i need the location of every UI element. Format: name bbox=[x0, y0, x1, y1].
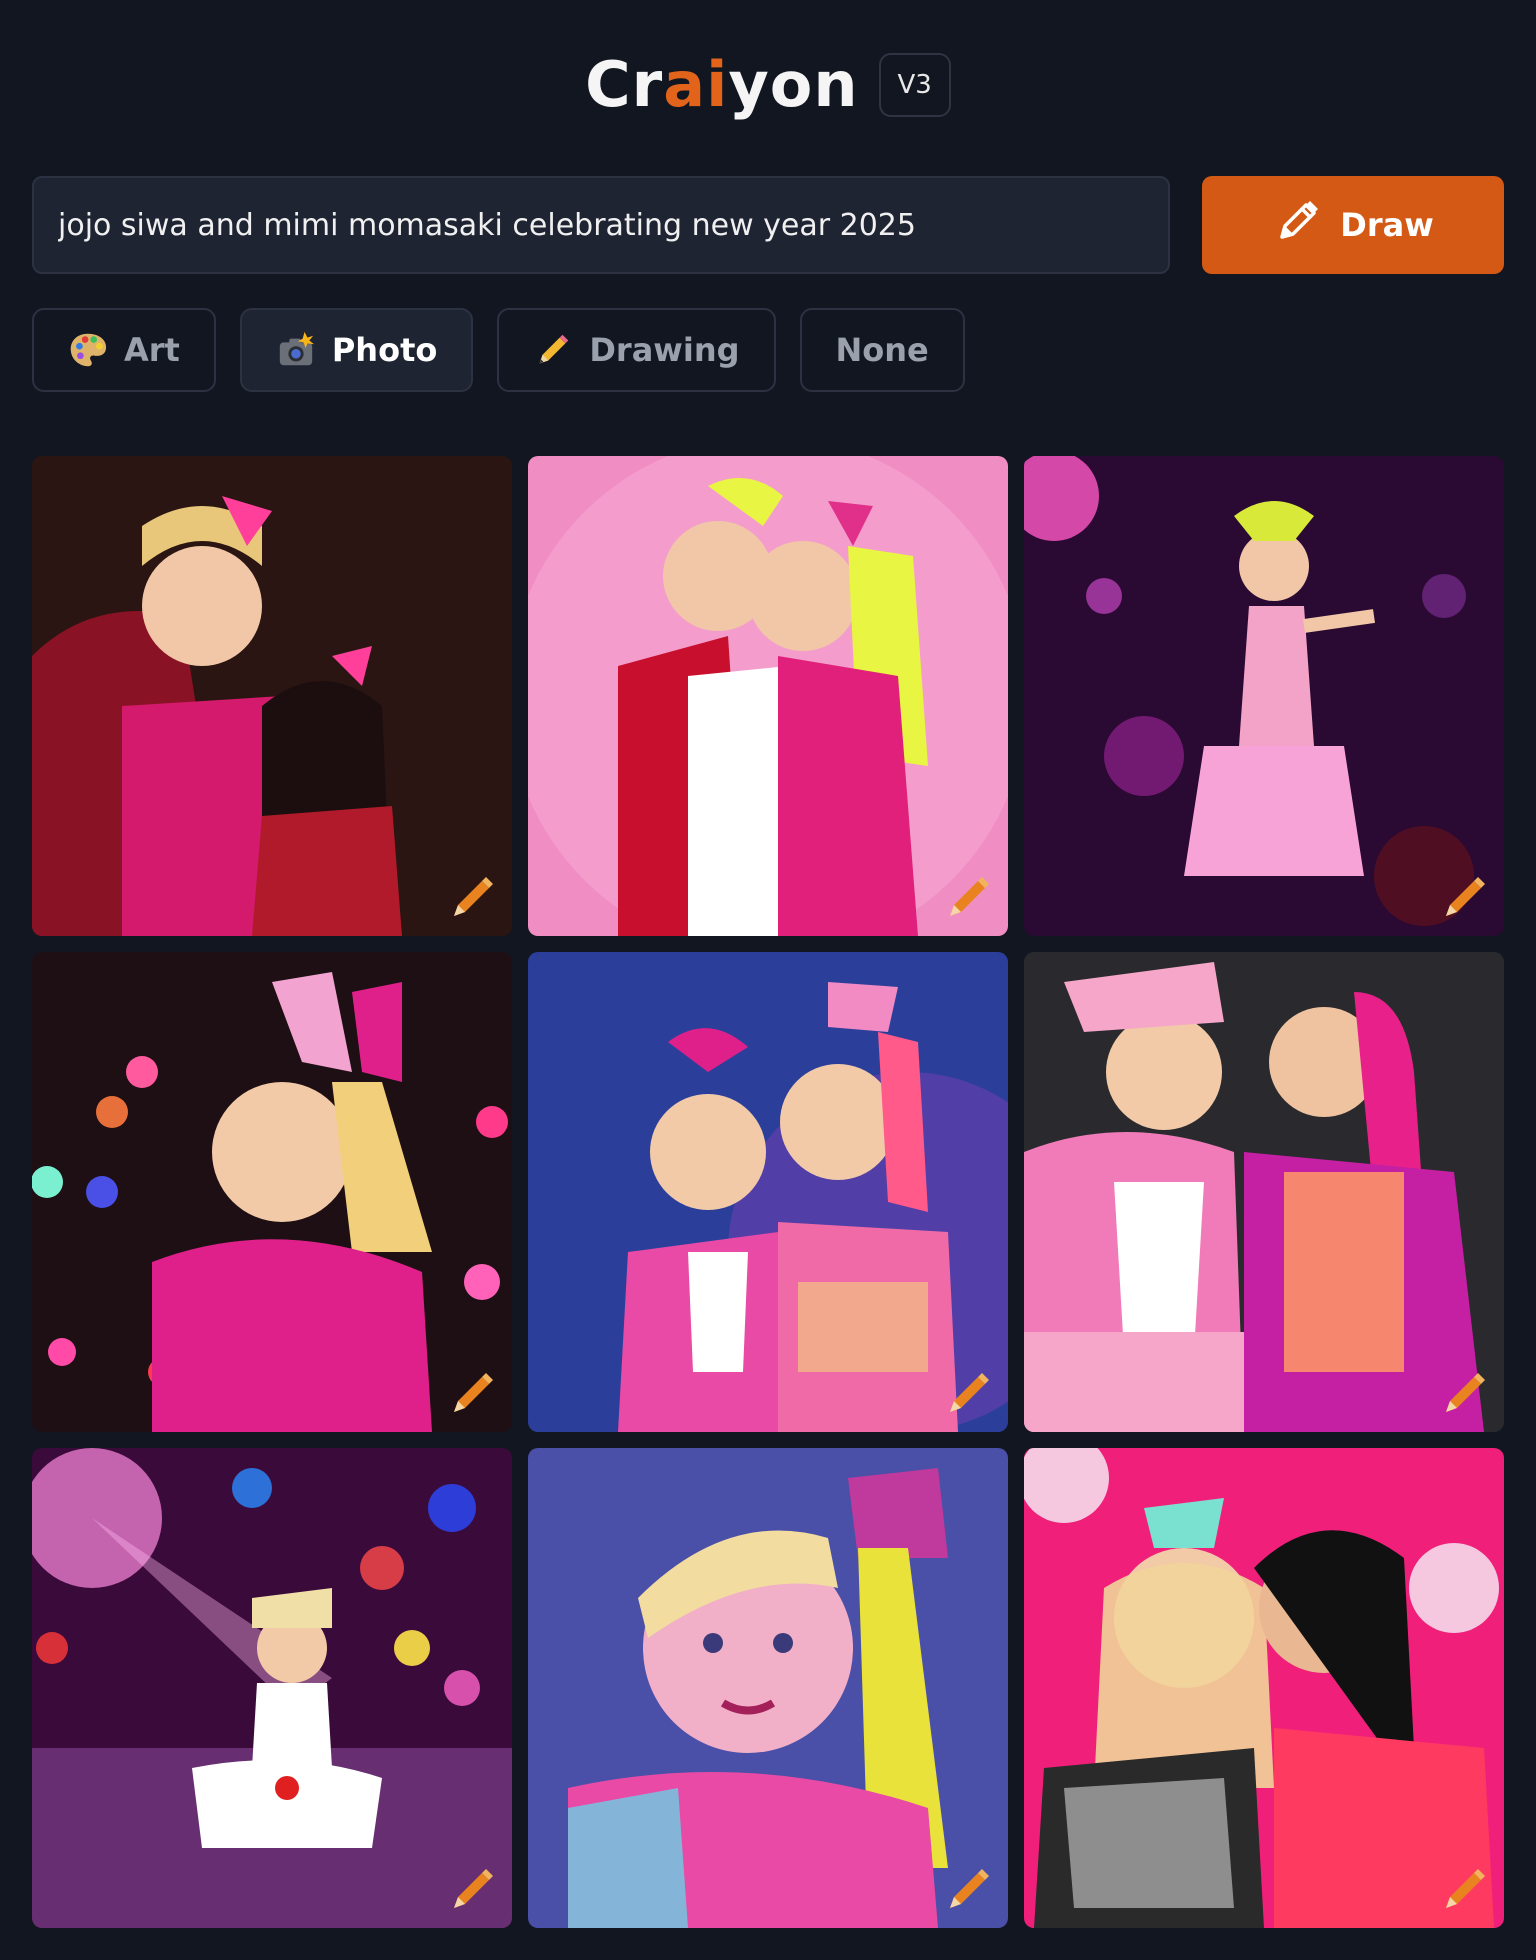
version-badge[interactable]: V3 bbox=[878, 53, 951, 117]
draw-button-label: Draw bbox=[1340, 206, 1434, 244]
edit-pencil-icon[interactable] bbox=[446, 872, 498, 924]
edit-pencil-icon[interactable] bbox=[446, 1368, 498, 1420]
edit-pencil-icon[interactable] bbox=[1438, 872, 1490, 924]
draw-button[interactable]: Draw bbox=[1202, 176, 1504, 274]
result-image-9-picture bbox=[1024, 1448, 1504, 1928]
result-image-5[interactable] bbox=[528, 952, 1008, 1432]
prompt-input[interactable] bbox=[32, 176, 1170, 274]
pencil-icon bbox=[1272, 195, 1324, 255]
edit-pencil-icon[interactable] bbox=[942, 1368, 994, 1420]
style-chip-art[interactable]: Art bbox=[32, 308, 216, 392]
style-selector: Art Photo Drawing None bbox=[32, 308, 965, 392]
result-image-6[interactable] bbox=[1024, 952, 1504, 1432]
style-chip-none-label: None bbox=[835, 331, 929, 369]
result-image-8[interactable] bbox=[528, 1448, 1008, 1928]
result-image-2[interactable] bbox=[528, 456, 1008, 936]
edit-pencil-icon[interactable] bbox=[942, 1864, 994, 1916]
logo-part-1: Cr bbox=[585, 48, 664, 121]
style-chip-photo[interactable]: Photo bbox=[239, 308, 474, 392]
header: Craiyon V3 bbox=[0, 45, 1536, 125]
result-image-9[interactable] bbox=[1024, 1448, 1504, 1928]
result-image-8-picture bbox=[528, 1448, 1008, 1928]
result-image-7-picture bbox=[32, 1448, 512, 1928]
style-chip-art-label: Art bbox=[124, 331, 180, 369]
result-image-5-picture bbox=[528, 952, 1008, 1432]
result-image-4-picture bbox=[32, 952, 512, 1432]
camera-flash-icon bbox=[276, 329, 316, 371]
result-image-4[interactable] bbox=[32, 952, 512, 1432]
result-image-6-picture bbox=[1024, 952, 1504, 1432]
edit-pencil-icon[interactable] bbox=[1438, 1368, 1490, 1420]
craiyon-logo[interactable]: Craiyon bbox=[585, 54, 858, 116]
edit-pencil-icon[interactable] bbox=[446, 1864, 498, 1916]
result-grid bbox=[32, 456, 1504, 1928]
result-image-1-picture bbox=[32, 456, 512, 936]
result-image-1[interactable] bbox=[32, 456, 512, 936]
result-image-2-picture bbox=[528, 456, 1008, 936]
style-chip-none[interactable]: None bbox=[799, 308, 965, 392]
result-image-3-picture bbox=[1024, 456, 1504, 936]
logo-part-2: ai bbox=[663, 48, 729, 121]
style-chip-photo-label: Photo bbox=[331, 331, 438, 369]
logo-part-3: yon bbox=[728, 48, 859, 121]
result-image-7[interactable] bbox=[32, 1448, 512, 1928]
edit-pencil-icon[interactable] bbox=[1438, 1864, 1490, 1916]
result-image-3[interactable] bbox=[1024, 456, 1504, 936]
pencil-icon bbox=[533, 329, 573, 371]
style-chip-drawing-label: Drawing bbox=[589, 331, 740, 369]
style-chip-drawing[interactable]: Drawing bbox=[497, 308, 776, 392]
palette-icon bbox=[68, 329, 108, 371]
edit-pencil-icon[interactable] bbox=[942, 872, 994, 924]
